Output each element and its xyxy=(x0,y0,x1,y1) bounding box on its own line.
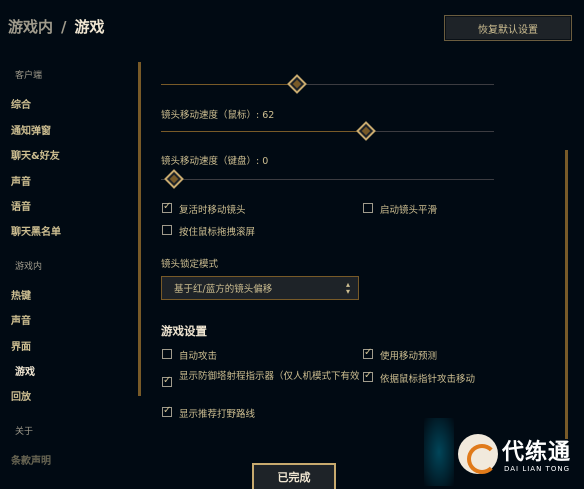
sidebar-section-ingame: 游戏内 xyxy=(15,262,43,272)
checkbox-label: 使用移动预测 xyxy=(380,351,438,362)
watermark: 代练通 DAI LIAN TONG xyxy=(452,428,582,486)
sidebar-item-chat-blocklist[interactable]: 聊天黑名单 xyxy=(11,223,61,238)
breadcrumb-separator: / xyxy=(61,17,67,36)
restore-defaults-button[interactable]: 恢复默认设置 xyxy=(444,15,572,41)
sidebar-item-client-sound[interactable]: 声音 xyxy=(11,173,31,188)
watermark-glow xyxy=(424,418,454,486)
checkbox-label: 自动攻击 xyxy=(179,351,218,362)
mouse-camera-speed-value: 62 xyxy=(262,110,275,121)
checkbox-movement-prediction[interactable]: 使用移动预测 xyxy=(363,347,438,362)
sidebar-item-terms[interactable]: 条款声明 xyxy=(11,452,51,467)
checkbox-box[interactable] xyxy=(162,201,172,213)
checkbox-box[interactable] xyxy=(162,349,172,359)
mouse-camera-speed-label: 镜头移动速度（鼠标）: 62 xyxy=(161,110,275,121)
checkbox-move-camera-on-revive[interactable]: 复活时移动镜头 xyxy=(162,201,246,216)
checkbox-auto-attack[interactable]: 自动攻击 xyxy=(162,348,217,362)
keyboard-camera-speed-label: 镜头移动速度（键盘）: 0 xyxy=(161,156,269,167)
content-scrollbar[interactable] xyxy=(565,150,568,439)
checkbox-label: 启动镜头平滑 xyxy=(380,205,438,216)
checkbox-box[interactable] xyxy=(363,370,373,382)
sidebar-item-notifications[interactable]: 通知弹窗 xyxy=(11,122,51,137)
checkbox-box[interactable] xyxy=(162,225,172,235)
camera-lock-mode-label: 镜头锁定模式 xyxy=(161,259,219,270)
checkbox-recommended-jungle-path[interactable]: 显示推荐打野路线 xyxy=(162,405,256,420)
watermark-title: 代练通 xyxy=(502,440,572,465)
checkbox-box[interactable] xyxy=(162,405,172,417)
slider-fill-top xyxy=(161,84,297,85)
checkbox-label: 依据鼠标指针攻击移动 xyxy=(380,374,476,385)
checkbox-attack-move-on-cursor[interactable]: 依据鼠标指针攻击移动 xyxy=(363,370,476,385)
game-settings-heading: 游戏设置 xyxy=(161,324,207,338)
sidebar-section-about: 关于 xyxy=(15,427,34,437)
sidebar-item-chat-friends[interactable]: 聊天&好友 xyxy=(11,147,60,162)
checkbox-turret-range-indicator[interactable]: 显示防御塔射程指示器（仅人机模式下有效 xyxy=(162,371,362,387)
chevron-updown-icon: ▴ ▾ xyxy=(345,280,350,296)
sidebar-item-replays[interactable]: 回放 xyxy=(11,388,31,403)
keyboard-camera-speed-value: 0 xyxy=(262,156,269,167)
slider-thumb-top[interactable] xyxy=(287,74,307,94)
keyboard-camera-speed-thumb[interactable] xyxy=(164,169,184,189)
sidebar-item-hotkeys[interactable]: 热键 xyxy=(11,287,31,302)
keyboard-camera-speed-track[interactable] xyxy=(161,179,494,180)
sidebar-item-ingame-sound[interactable]: 声音 xyxy=(11,312,31,327)
checkbox-label: 显示推荐打野路线 xyxy=(179,409,256,420)
checkbox-box[interactable] xyxy=(363,203,373,213)
done-button[interactable]: 已完成 xyxy=(252,463,336,489)
breadcrumb-parent[interactable]: 游戏内 xyxy=(8,16,53,37)
sidebar-item-general[interactable]: 综合 xyxy=(11,96,31,111)
sidebar-scrollbar[interactable] xyxy=(138,62,141,396)
settings-window: 游戏内 / 游戏 恢复默认设置 客户端 综合 通知弹窗 聊天&好友 声音 语音 … xyxy=(0,0,584,489)
checkbox-label: 显示防御塔射程指示器（仅人机模式下有效 xyxy=(179,371,360,382)
breadcrumb: 游戏内 / 游戏 xyxy=(8,16,105,37)
mouse-camera-speed-thumb[interactable] xyxy=(356,121,376,141)
checkbox-camera-smoothing[interactable]: 启动镜头平滑 xyxy=(363,202,437,216)
checkbox-box[interactable] xyxy=(363,347,373,359)
watermark-logo-icon xyxy=(458,434,498,474)
checkbox-drag-scroll[interactable]: 按住鼠标拖拽滚屏 xyxy=(162,224,255,238)
checkbox-box[interactable] xyxy=(162,375,172,387)
checkbox-label: 按住鼠标拖拽滚屏 xyxy=(179,227,256,238)
sidebar-item-voice[interactable]: 语音 xyxy=(11,198,31,213)
sidebar-item-game[interactable]: 游戏 xyxy=(15,363,35,378)
checkbox-label: 复活时移动镜头 xyxy=(179,205,246,216)
page-title: 游戏 xyxy=(74,18,105,36)
mouse-camera-speed-fill xyxy=(161,131,366,132)
sidebar-item-interface[interactable]: 界面 xyxy=(11,338,31,353)
camera-lock-mode-value: 基于红/蓝方的镜头偏移 xyxy=(174,284,273,295)
sidebar-section-client: 客户端 xyxy=(15,71,43,81)
watermark-subtitle: DAI LIAN TONG xyxy=(504,465,571,473)
camera-lock-mode-select[interactable]: 基于红/蓝方的镜头偏移 ▴ ▾ xyxy=(161,276,359,300)
